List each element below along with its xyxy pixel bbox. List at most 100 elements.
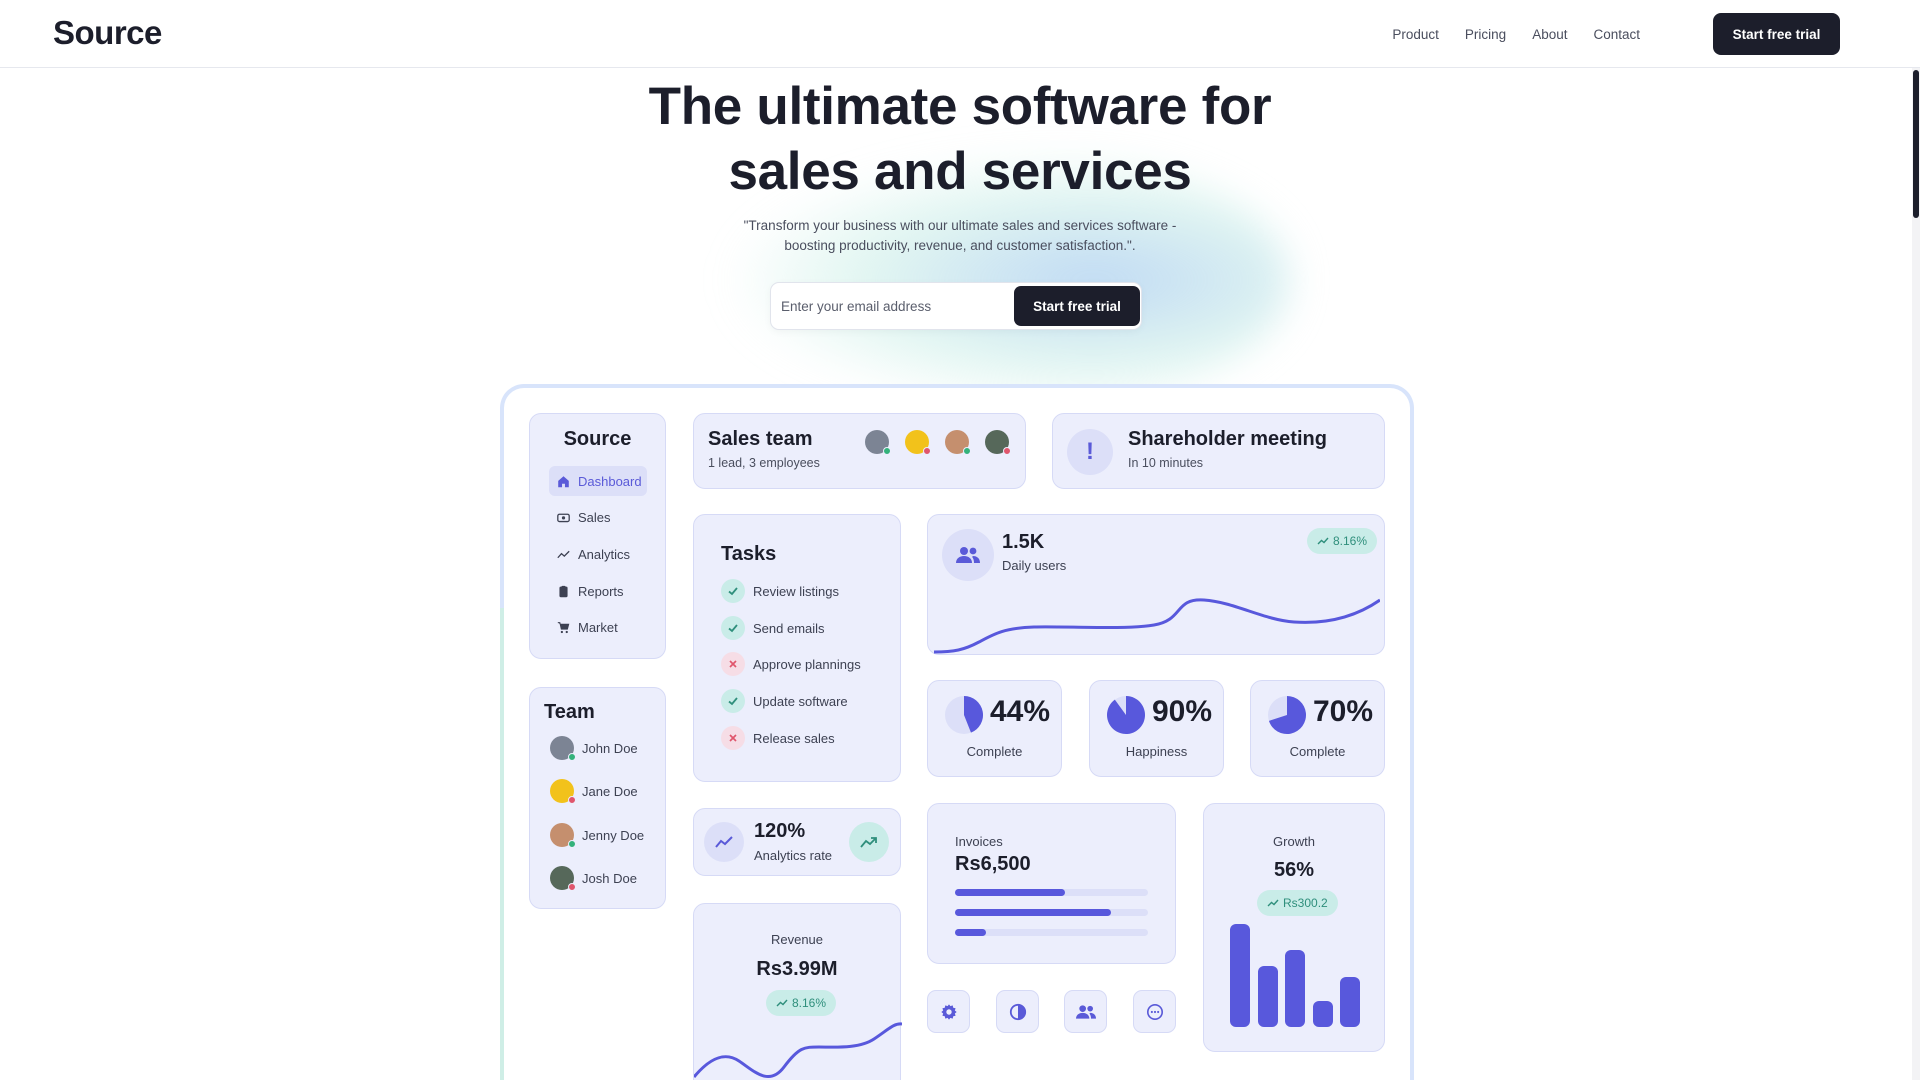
invoice-progress-bar — [955, 929, 1148, 936]
users-icon — [1075, 1004, 1096, 1019]
meeting-card[interactable]: ! Shareholder meeting In 10 minutes — [1052, 413, 1385, 489]
trend-up-icon — [1267, 899, 1279, 907]
logo[interactable]: Source — [53, 14, 162, 52]
growth-bar-chart — [1230, 924, 1360, 1027]
stat-card-happiness: 90% Happiness — [1089, 680, 1224, 777]
hero-subtitle: "Transform your business with our ultima… — [700, 216, 1220, 256]
sidebar-item-dashboard[interactable]: Dashboard — [549, 466, 647, 496]
cart-icon — [557, 621, 570, 633]
avatar — [865, 430, 891, 455]
sidebar-item-market[interactable]: Market — [549, 612, 647, 642]
analytics-rate-card: 120% Analytics rate — [693, 808, 901, 876]
invoice-progress-bar — [955, 889, 1148, 896]
avatar — [550, 866, 576, 891]
task-label: Release sales — [753, 730, 835, 746]
nav-pricing-link[interactable]: Pricing — [1465, 27, 1506, 42]
settings-button[interactable] — [927, 990, 970, 1033]
clipboard-icon — [559, 585, 568, 597]
check-icon — [721, 616, 745, 640]
team-member-name: Jane Doe — [582, 783, 638, 799]
avatar — [985, 430, 1011, 455]
avatar — [945, 430, 971, 455]
meeting-title: Shareholder meeting — [1128, 428, 1327, 450]
trend-icon — [704, 822, 744, 862]
hero-start-trial-button[interactable]: Start free trial — [1014, 286, 1140, 326]
sidebar-item-analytics[interactable]: Analytics — [549, 539, 647, 569]
team-card: Team John Doe Jane Doe Jenny Doe Josh Do… — [529, 687, 666, 909]
team-member[interactable]: Jane Doe — [550, 779, 638, 804]
team-member[interactable]: John Doe — [550, 736, 638, 761]
sidebar-item-label: Dashboard — [578, 473, 642, 489]
sales-team-title: Sales team — [708, 428, 813, 450]
invoice-progress-fill — [955, 929, 986, 936]
growth-bar — [1312, 1001, 1333, 1027]
sidebar-item-label: Analytics — [578, 546, 631, 562]
team-button[interactable] — [1064, 990, 1107, 1033]
team-member-name: John Doe — [582, 740, 638, 756]
sidebar-item-label: Reports — [578, 583, 624, 599]
theme-toggle-button[interactable] — [996, 990, 1039, 1033]
nav-contact-link[interactable]: Contact — [1593, 27, 1640, 42]
growth-change: Rs300.2 — [1283, 896, 1328, 910]
meeting-subtitle: In 10 minutes — [1128, 456, 1204, 470]
sidebar-item-reports[interactable]: Reports — [549, 576, 647, 606]
avatar — [550, 779, 576, 804]
check-icon — [721, 579, 745, 603]
invoices-card: Invoices Rs6,500 — [927, 803, 1176, 964]
task-item[interactable]: Send emails — [721, 616, 825, 640]
email-signup-form: Start free trial — [770, 282, 1142, 330]
trend-up-icon — [776, 999, 788, 1007]
team-member-name: Josh Doe — [582, 870, 637, 886]
invoices-label: Invoices — [955, 834, 1003, 849]
task-item[interactable]: Release sales — [721, 726, 835, 750]
sidebar-title: Source — [563, 428, 632, 450]
sidebar-item-sales[interactable]: Sales — [549, 502, 647, 532]
sales-team-card[interactable]: Sales team 1 lead, 3 employees — [693, 413, 1026, 489]
avatar — [550, 823, 576, 848]
stat-label: Happiness — [1125, 744, 1188, 759]
invoice-progress-fill — [955, 889, 1065, 896]
daily-users-change-badge: 8.16% — [1307, 528, 1378, 554]
nav-product-link[interactable]: Product — [1392, 27, 1439, 42]
revenue-sparkline — [694, 1022, 902, 1079]
growth-bar — [1230, 924, 1250, 1027]
sidebar-item-label: Market — [578, 619, 618, 635]
avatar — [905, 430, 931, 455]
growth-change-badge: Rs300.2 — [1257, 890, 1338, 916]
growth-card: Growth 56% Rs300.2 — [1203, 803, 1385, 1052]
revenue-value: Rs3.99M — [756, 958, 838, 980]
scrollbar-track[interactable] — [1912, 68, 1920, 1080]
nav-about-link[interactable]: About — [1532, 27, 1567, 42]
scrollbar-thumb[interactable] — [1913, 70, 1919, 218]
sales-icon — [557, 513, 570, 522]
email-input[interactable] — [781, 291, 1001, 321]
hero-title-line-2: sales and services — [728, 142, 1192, 201]
trend-up-icon — [1317, 537, 1329, 545]
gear-icon — [940, 1003, 957, 1020]
hero-subtitle-line-1: "Transform your business with our ultima… — [743, 218, 1177, 233]
growth-label: Growth — [1273, 834, 1315, 849]
team-member[interactable]: Josh Doe — [550, 866, 637, 891]
task-label: Update software — [753, 693, 848, 709]
task-item[interactable]: Update software — [721, 689, 848, 713]
hero-subtitle-line-2: boosting productivity, revenue, and cust… — [784, 238, 1136, 253]
team-member[interactable]: Jenny Doe — [550, 823, 644, 848]
check-icon — [721, 689, 745, 713]
task-label: Send emails — [753, 620, 825, 636]
stat-card-complete-1: 44% Complete — [927, 680, 1062, 777]
start-free-trial-button[interactable]: Start free trial — [1713, 13, 1840, 55]
pie-chart-icon — [1268, 696, 1307, 734]
cross-icon — [721, 652, 745, 676]
trend-up-icon[interactable] — [849, 822, 889, 862]
invoice-progress-fill — [955, 909, 1112, 916]
more-icon — [1146, 1003, 1163, 1020]
trend-icon — [557, 550, 570, 558]
task-label: Review listings — [753, 583, 839, 599]
task-item[interactable]: Review listings — [721, 579, 839, 603]
daily-users-card: 1.5K Daily users 8.16% — [927, 514, 1385, 655]
stat-label: Complete — [1289, 744, 1346, 759]
more-options-button[interactable] — [1133, 990, 1176, 1033]
revenue-change: 8.16% — [792, 996, 827, 1010]
contrast-icon — [1009, 1003, 1026, 1020]
task-item[interactable]: Approve plannings — [721, 652, 861, 676]
